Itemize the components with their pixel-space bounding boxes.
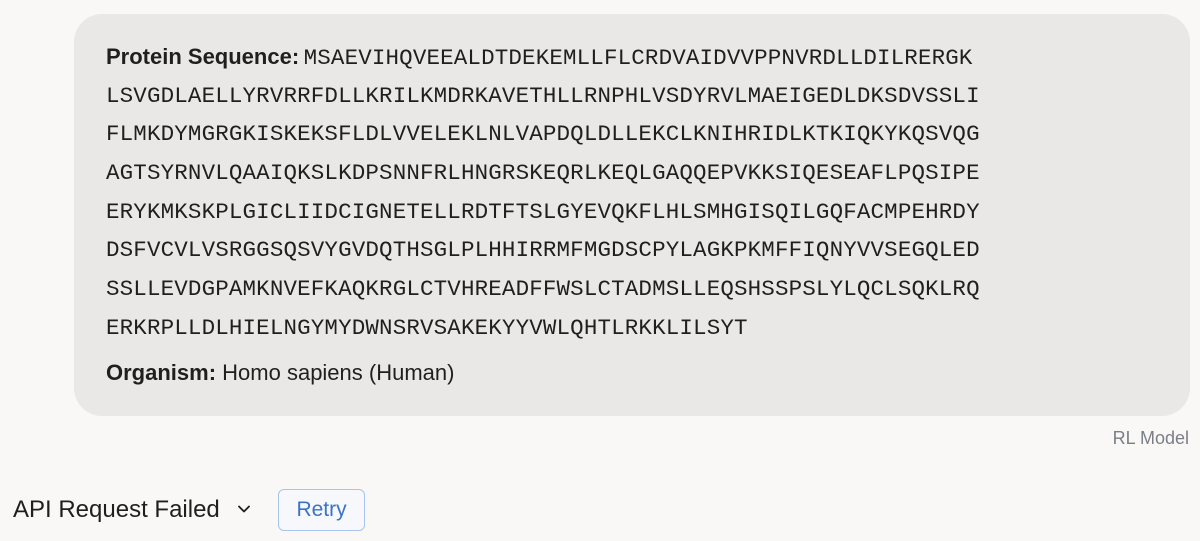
chevron-down-icon [236, 496, 252, 513]
sequence-line-7: SSLLEVDGPAMKNVEFKAQKRGLCTVHREADFFWSLCTAD… [106, 276, 980, 303]
sequence-label: Protein Sequence: [106, 44, 300, 69]
organism-label: Organism: [106, 359, 217, 385]
sequence-text: MSAEVIHQVEEALDTDEKEMLLFLCRDVAIDVVPPNVRDL… [303, 45, 973, 71]
sequence-line-3: FLMKDYMGRGKISKEKSFLDLVVELEKLNLVAPDQLDLLE… [106, 121, 980, 148]
sequence-line-6: DSFVCVLVSRGGSQSVYGVDQTHSGLPLHHIRRMFMGDSC… [106, 237, 980, 264]
sequence-line-8: ERKRPLLDLHIELNGYMYDWNSRVSAKEKYYVWLQHTLRK… [106, 314, 748, 341]
organism-line: Organism: Homo sapiens (Human) [106, 354, 1158, 393]
api-status-toggle[interactable]: API Request Failed [13, 496, 252, 524]
sequence-line-4: AGTSYRNVLQAAIQKSLKDPSNNFRLHNGRSKEQRLKEQL… [106, 160, 980, 187]
api-status-text: API Request Failed [13, 496, 220, 523]
retry-button[interactable]: Retry [278, 489, 365, 531]
sequence-line-5: ERYKMKSKPLGICLIIDCIGNETELLRDTFTSLGYEVQKF… [106, 198, 980, 225]
sequence-line-2: LSVGDLAELLYRVRRFDLLKRILKMDRKAVETHLLRNPHL… [106, 82, 980, 109]
model-label: RL Model [1112, 428, 1189, 448]
api-status-row: API Request Failed Retry [13, 489, 365, 531]
user-message-bubble: Protein Sequence: MSAEVIHQVEEALDTDEKEMLL… [74, 14, 1190, 416]
organism-value: Homo sapiens (Human) [222, 359, 455, 385]
sequence-line-1: Protein Sequence: MSAEVIHQVEEALDTDEKEMLL… [106, 38, 1158, 77]
